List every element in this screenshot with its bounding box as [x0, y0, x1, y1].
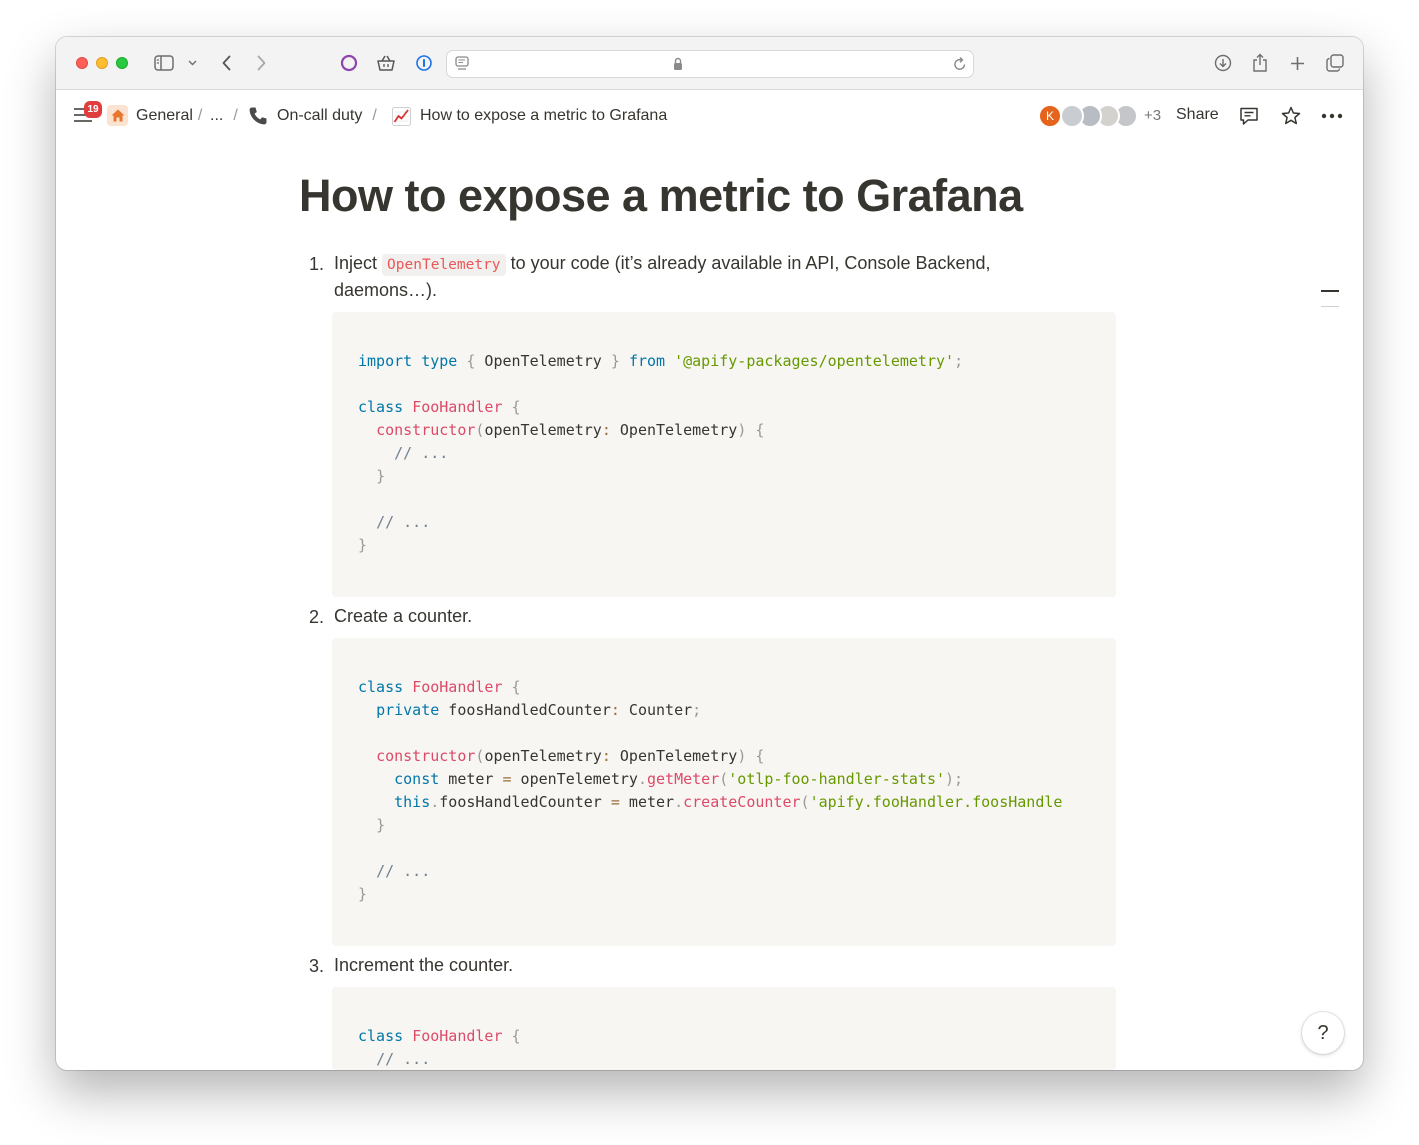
help-button[interactable]: ?: [1302, 1012, 1344, 1054]
address-bar[interactable]: [446, 50, 974, 78]
list-item-text[interactable]: Create a counter.: [334, 603, 472, 630]
step-text: to your code (it’s already available in …: [510, 253, 991, 273]
star-icon[interactable]: [1280, 105, 1302, 127]
help-icon: ?: [1317, 1021, 1329, 1044]
code-content: import type { OpenTelemetry } from '@api…: [358, 352, 964, 554]
more-options-icon[interactable]: [1321, 105, 1343, 127]
downloads-icon[interactable]: [1212, 52, 1234, 74]
list-item-text[interactable]: Inject OpenTelemetry to your code (it’s …: [334, 250, 991, 279]
code-block[interactable]: class FooHandler { // ...: [332, 987, 1116, 1070]
avatar[interactable]: [1060, 104, 1084, 128]
chart-up-icon: [392, 106, 411, 126]
list-item-text[interactable]: Increment the counter.: [334, 952, 513, 979]
notion-topbar: 19 General / ... / On-call duty / How to…: [56, 91, 1363, 141]
breadcrumb-label: How to expose a metric to Grafana: [420, 107, 668, 124]
share-sheet-icon[interactable]: [1250, 52, 1270, 74]
zoom-window-button[interactable]: [116, 57, 128, 69]
breadcrumb-separator: /: [197, 107, 203, 124]
tab-overview-icon[interactable]: [1324, 52, 1346, 74]
comment-icon[interactable]: [1238, 105, 1260, 127]
reload-icon[interactable]: [953, 56, 967, 77]
avatar[interactable]: K: [1038, 104, 1062, 128]
inline-code: OpenTelemetry: [382, 254, 506, 276]
breadcrumb-current-page[interactable]: How to expose a metric to Grafana: [392, 106, 667, 126]
breadcrumb-separator: /: [233, 107, 238, 124]
page-menu-icon[interactable]: [455, 56, 469, 77]
lock-icon: [673, 57, 683, 76]
code-block[interactable]: class FooHandler { private foosHandledCo…: [332, 638, 1116, 946]
sidebar-toggle-icon[interactable]: [152, 52, 176, 74]
breadcrumb-ellipsis[interactable]: ... /: [210, 106, 238, 126]
breadcrumb-label: On-call duty: [277, 107, 363, 124]
breadcrumb-separator: /: [372, 107, 377, 124]
extension-basket-icon[interactable]: [375, 52, 397, 74]
breadcrumb-general[interactable]: General /: [136, 106, 202, 126]
browser-toolbar: [56, 37, 1363, 90]
password-manager-icon[interactable]: [414, 52, 434, 74]
house-icon: [107, 105, 128, 126]
code-block[interactable]: import type { OpenTelemetry } from '@api…: [332, 312, 1116, 597]
list-item-text-continued[interactable]: daemons…).: [334, 277, 437, 304]
phone-icon: [248, 106, 268, 126]
code-content: class FooHandler { // ...: [358, 1027, 521, 1068]
list-number: 1.: [309, 254, 325, 274]
forward-icon[interactable]: [253, 52, 269, 74]
breadcrumb-on-call-duty[interactable]: On-call duty /: [248, 106, 377, 126]
step-text: Inject: [334, 253, 378, 273]
table-of-contents-marker[interactable]: [1321, 306, 1339, 307]
back-icon[interactable]: [218, 52, 234, 74]
extra-collaborators-count[interactable]: +3: [1144, 107, 1161, 124]
code-content: class FooHandler { private foosHandledCo…: [358, 678, 1063, 903]
breadcrumb-label: General: [136, 107, 193, 124]
share-button[interactable]: Share: [1176, 106, 1219, 124]
chevron-down-icon[interactable]: [186, 52, 198, 74]
list-number: 2.: [309, 607, 325, 627]
list-number: 3.: [309, 956, 325, 976]
notification-badge: 19: [84, 101, 102, 118]
breadcrumb-label: ...: [210, 107, 224, 124]
table-of-contents-marker[interactable]: [1321, 290, 1339, 292]
close-window-button[interactable]: [76, 57, 88, 69]
minimize-window-button[interactable]: [96, 57, 108, 69]
page-title[interactable]: How to expose a metric to Grafana: [299, 170, 1023, 222]
extension-circle-icon[interactable]: [339, 52, 359, 74]
new-tab-icon[interactable]: [1287, 52, 1307, 74]
browser-window: 19 General / ... / On-call duty / How to…: [56, 37, 1363, 1070]
